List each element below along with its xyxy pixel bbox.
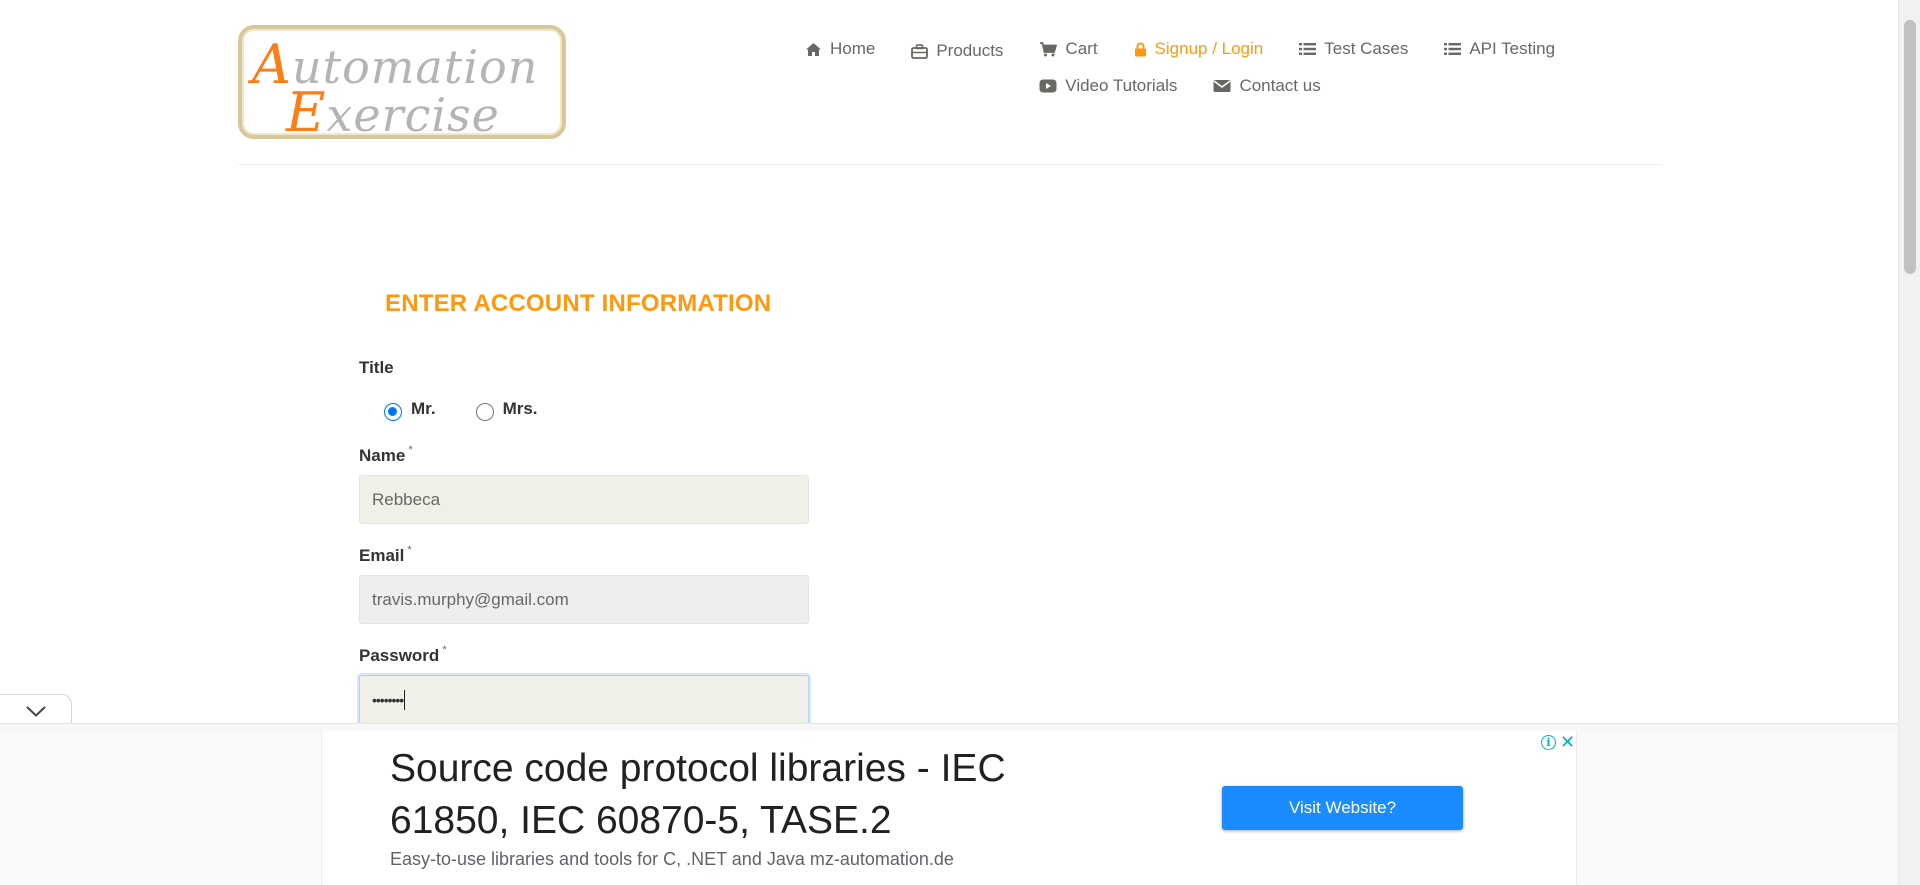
- nav-video-tutorials[interactable]: Video Tutorials: [1021, 73, 1195, 99]
- email-field-value: travis.murphy@gmail.com: [372, 589, 569, 609]
- nav-signup-login[interactable]: Signup / Login: [1116, 36, 1282, 62]
- password-label: Password *: [359, 644, 447, 666]
- name-field[interactable]: Rebbeca: [359, 475, 809, 524]
- nav-row-1: Home Products Cart Signup / Login Test C…: [740, 36, 1620, 62]
- ad-headline[interactable]: Source code protocol libraries - IEC 618…: [390, 743, 1090, 847]
- title-mrs-radio[interactable]: [475, 403, 494, 421]
- ad-top-border: [0, 723, 1898, 731]
- nav-products[interactable]: Products: [893, 38, 1021, 64]
- text-caret: [404, 689, 406, 710]
- header-divider: [238, 164, 1662, 165]
- name-label: Name *: [359, 444, 413, 466]
- password-field[interactable]: ••••••••: [359, 675, 809, 724]
- scrollbar-thumb[interactable]: [1904, 20, 1916, 274]
- envelope-icon: [1213, 80, 1231, 92]
- home-icon: [805, 42, 821, 56]
- page-scrollbar[interactable]: [1898, 0, 1920, 885]
- site-logo[interactable]: Automation Exercise: [238, 25, 566, 139]
- title-mrs-option[interactable]: Mrs.: [475, 399, 538, 422]
- ad-collapse-toggle[interactable]: [0, 694, 72, 725]
- nav-contact-us-label: Contact us: [1239, 76, 1321, 95]
- list-icon: [1299, 43, 1317, 55]
- account-info-heading: ENTER ACCOUNT INFORMATION: [385, 290, 772, 317]
- nav-contact-us[interactable]: Contact us: [1195, 73, 1338, 99]
- title-mr-label: Mr.: [411, 399, 436, 418]
- nav-api-testing[interactable]: API Testing: [1426, 36, 1573, 62]
- logo-word-exercise: xercise: [326, 88, 500, 139]
- required-mark: *: [442, 644, 447, 656]
- password-field-value: ••••••••: [372, 691, 404, 708]
- ad-banner[interactable]: Source code protocol libraries - IEC 618…: [321, 731, 1577, 885]
- ad-description[interactable]: Easy-to-use libraries and tools for C, .…: [390, 849, 954, 870]
- email-label-text: Email: [359, 546, 405, 565]
- cart-icon: [1040, 41, 1058, 56]
- briefcase-icon: [911, 43, 929, 59]
- nav-products-label: Products: [936, 41, 1004, 60]
- password-label-text: Password: [359, 646, 440, 665]
- nav-test-cases[interactable]: Test Cases: [1281, 36, 1426, 62]
- logo-line-2: Exercise: [286, 81, 500, 139]
- main-nav: Home Products Cart Signup / Login Test C…: [740, 36, 1620, 99]
- nav-cart[interactable]: Cart: [1021, 36, 1115, 62]
- chevron-down-icon: [26, 706, 46, 717]
- logo-cap-e: E: [286, 81, 327, 139]
- nav-cart-label: Cart: [1065, 39, 1098, 58]
- nav-signup-login-label: Signup / Login: [1154, 39, 1264, 58]
- email-label: Email *: [359, 544, 412, 566]
- list-icon: [1444, 43, 1462, 55]
- title-radio-group: Mr. Mrs.: [384, 399, 578, 422]
- lock-icon: [1134, 42, 1146, 56]
- nav-test-cases-label: Test Cases: [1324, 39, 1409, 58]
- required-mark: *: [408, 444, 413, 456]
- title-label: Title: [359, 358, 394, 377]
- name-label-text: Name: [359, 446, 406, 465]
- nav-api-testing-label: API Testing: [1469, 39, 1556, 58]
- youtube-play-icon: [1039, 79, 1057, 93]
- nav-row-2: Video Tutorials Contact us: [740, 73, 1620, 99]
- ad-info-icon[interactable]: i: [1541, 735, 1556, 750]
- email-field[interactable]: travis.murphy@gmail.com: [359, 575, 809, 624]
- nav-home-label: Home: [829, 39, 876, 58]
- ad-close-icon[interactable]: ✕: [1560, 732, 1575, 753]
- required-mark: *: [407, 544, 412, 556]
- title-mr-radio[interactable]: [384, 403, 402, 421]
- site-header: Automation Exercise Home Products Cart S…: [0, 0, 1898, 166]
- visit-website-button[interactable]: Visit Website?: [1222, 786, 1463, 830]
- name-field-value: Rebbeca: [372, 489, 441, 509]
- nav-video-tutorials-label: Video Tutorials: [1065, 76, 1178, 95]
- title-mrs-label: Mrs.: [502, 399, 538, 418]
- nav-home[interactable]: Home: [787, 36, 893, 62]
- title-mr-option[interactable]: Mr.: [384, 399, 436, 422]
